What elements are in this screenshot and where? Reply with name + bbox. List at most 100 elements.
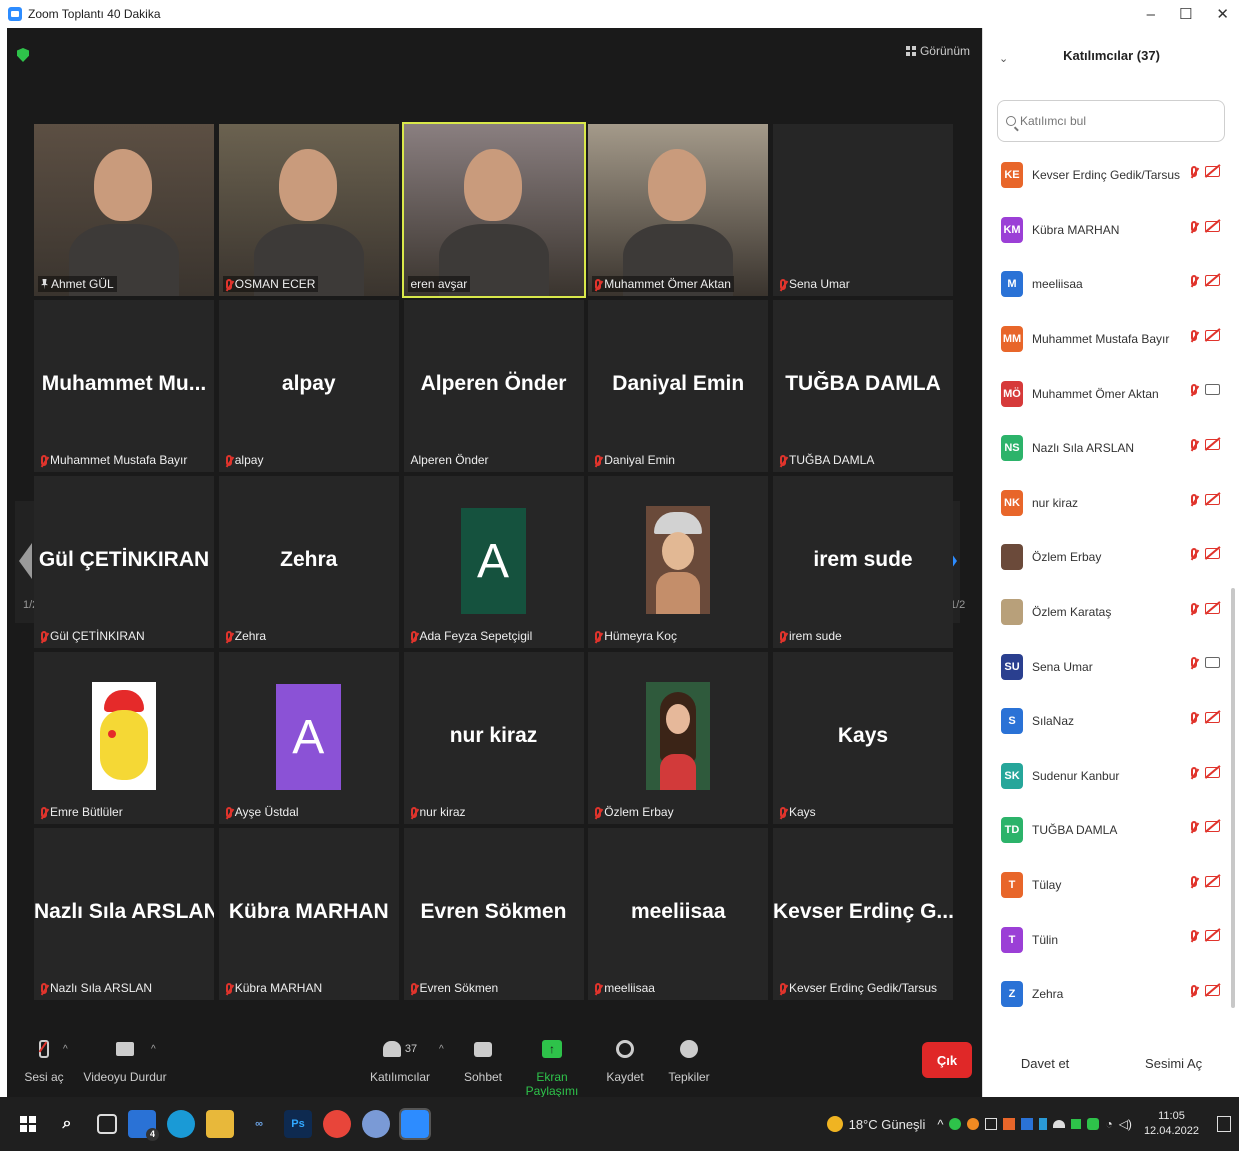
participant-row[interactable]: MÖ Muhammet Ömer Aktan [983, 366, 1239, 421]
task-view-icon[interactable] [97, 1114, 117, 1134]
minimize-button[interactable]: – [1147, 6, 1155, 23]
mic-off-icon[interactable] [1191, 602, 1197, 614]
camera-off-icon[interactable] [1205, 438, 1220, 450]
camera-off-icon[interactable] [1205, 875, 1220, 887]
clock[interactable]: 11:05 12.04.2022 [1144, 1109, 1199, 1139]
participant-tile[interactable]: A Ayşe Üstdal [218, 652, 399, 824]
camera-off-icon[interactable] [1205, 602, 1220, 614]
share-screen-button[interactable]: ↑ Ekran Paylaşımı [515, 1036, 589, 1098]
globe-app-icon[interactable] [362, 1110, 390, 1138]
mic-off-icon[interactable] [1191, 166, 1197, 177]
participant-tile[interactable]: A Ada Feyza Sepetçigil [403, 476, 584, 648]
participant-tile[interactable]: alpay alpay [218, 300, 399, 472]
camera-off-icon[interactable] [1205, 275, 1220, 287]
participant-row[interactable]: SU Sena Umar [983, 639, 1239, 694]
camera-off-icon[interactable] [1205, 984, 1220, 996]
wifi-icon[interactable]: ◔ [1105, 1117, 1112, 1131]
participant-tile[interactable]: Muhammet Mu... Muhammet Mustafa Bayır [34, 300, 214, 472]
camera-icon[interactable] [1205, 384, 1220, 396]
view-button[interactable]: Görünüm [905, 44, 970, 58]
file-explorer-icon[interactable] [206, 1110, 234, 1138]
mic-off-icon[interactable] [1191, 875, 1197, 887]
mic-off-icon[interactable] [1191, 711, 1197, 723]
chrome-icon[interactable] [323, 1110, 351, 1138]
participant-tile[interactable]: irem sude irem sude [773, 476, 953, 648]
participant-tile[interactable]: Kevser Erdinç G... Kevser Erdinç Gedik/Ta… [773, 828, 953, 1000]
speaker-icon[interactable]: ◁) [1119, 1117, 1132, 1131]
reactions-button[interactable]: Tepkiler [667, 1036, 711, 1084]
participant-tile[interactable]: Muhammet Ömer Aktan [588, 124, 769, 296]
mic-off-icon[interactable] [1191, 930, 1197, 942]
participant-tile[interactable]: Evren Sökmen Evren Sökmen [403, 828, 584, 1000]
participant-tile[interactable]: meeliisaa meeliisaa [588, 828, 769, 1000]
maximize-button[interactable]: ☐ [1179, 5, 1192, 23]
participant-tile[interactable]: Gül ÇETİNKIRAN Gül ÇETİNKIRAN [34, 476, 214, 648]
participant-row[interactable]: Z Zehra [983, 967, 1239, 1022]
leave-meeting-button[interactable]: Çık [922, 1042, 972, 1078]
camera-off-icon[interactable] [1205, 166, 1220, 177]
participant-tile[interactable]: Zehra Zehra [218, 476, 399, 648]
camera-off-icon[interactable] [1205, 220, 1220, 232]
participant-tile[interactable]: Emre Bütlüler [34, 652, 214, 824]
participant-row[interactable]: NK nur kiraz [983, 476, 1239, 531]
participant-tile[interactable]: Hümeyra Koç [588, 476, 769, 648]
notifications-icon[interactable] [1217, 1116, 1231, 1132]
participant-tile[interactable]: Kays Kays [773, 652, 953, 824]
participant-row[interactable]: MM Muhammet Mustafa Bayır [983, 312, 1239, 367]
invite-button[interactable]: Davet et [1011, 1052, 1079, 1075]
infinity-app-icon[interactable]: ∞ [245, 1110, 273, 1138]
stop-video-button[interactable]: Videoyu Durdur ^ [83, 1036, 167, 1084]
video-options-caret[interactable]: ^ [151, 1044, 156, 1055]
participant-tile[interactable]: Özlem Erbay [588, 652, 769, 824]
close-button[interactable]: ✕ [1216, 5, 1229, 23]
mic-off-icon[interactable] [1191, 766, 1197, 778]
participant-tile[interactable]: Daniyal Emin Daniyal Emin [588, 300, 769, 472]
participants-options-caret[interactable]: ^ [439, 1044, 444, 1055]
unmute-me-button[interactable]: Sesimi Aç [1135, 1052, 1212, 1075]
mic-off-icon[interactable] [1191, 438, 1197, 450]
mail-app-icon[interactable]: 4 [128, 1110, 159, 1141]
mic-off-icon[interactable] [1191, 821, 1197, 833]
participant-tile[interactable]: Kübra MARHAN Kübra MARHAN [218, 828, 399, 1000]
participant-tile[interactable]: Ahmet GÜL [34, 124, 214, 296]
camera-off-icon[interactable] [1205, 766, 1220, 778]
participant-tile[interactable]: Nazlı Sıla ARSLAN Nazlı Sıla ARSLAN [34, 828, 214, 1000]
mic-off-icon[interactable] [1191, 220, 1197, 232]
camera-off-icon[interactable] [1205, 329, 1220, 341]
mic-off-icon[interactable] [1191, 329, 1197, 341]
camera-off-icon[interactable] [1205, 711, 1220, 723]
participant-row[interactable]: T Tülay [983, 858, 1239, 913]
participant-list-scrollbar[interactable] [1231, 588, 1235, 1008]
tray-window-icon[interactable] [985, 1118, 998, 1130]
unmute-button[interactable]: Sesi aç ^ [21, 1036, 68, 1084]
participant-row[interactable]: S SılaNaz [983, 694, 1239, 749]
participant-search-input[interactable] [1020, 114, 1200, 128]
record-button[interactable]: Kaydet [603, 1036, 647, 1084]
participant-row[interactable]: NS Nazlı Sıla ARSLAN [983, 421, 1239, 476]
participant-search[interactable] [997, 100, 1225, 142]
weather-text[interactable]: 18°C Güneşli [849, 1117, 926, 1132]
participants-button[interactable]: 37 Katılımcılar ^ [367, 1036, 444, 1084]
participant-tile[interactable]: Alperen Önder Alperen Önder [403, 300, 584, 472]
participant-tile[interactable]: nur kiraz nur kiraz [403, 652, 584, 824]
camera-icon[interactable] [1205, 657, 1220, 669]
participant-row[interactable]: SK Sudenur Kanbur [983, 749, 1239, 804]
zoom-taskbar-icon[interactable] [399, 1108, 431, 1140]
mic-off-icon[interactable] [1191, 548, 1197, 560]
chevron-up-icon[interactable]: ^ [937, 1117, 943, 1132]
participant-tile[interactable]: eren avşar [401, 122, 586, 298]
camera-off-icon[interactable] [1205, 548, 1220, 560]
mic-off-icon[interactable] [1191, 984, 1197, 996]
camera-off-icon[interactable] [1205, 821, 1220, 833]
camera-off-icon[interactable] [1205, 930, 1220, 942]
mic-off-icon[interactable] [1191, 384, 1197, 396]
start-button[interactable] [14, 1110, 42, 1138]
edge-browser-icon[interactable] [167, 1110, 195, 1138]
tray-chat-icon[interactable] [1087, 1118, 1100, 1130]
camera-off-icon[interactable] [1205, 493, 1220, 505]
participant-row[interactable]: KM Kübra MARHAN [983, 203, 1239, 258]
participant-row[interactable]: KE Kevser Erdinç Gedik/Tarsus [983, 148, 1239, 203]
participant-tile[interactable]: Sena Umar [773, 124, 953, 296]
tray-orange-icon[interactable] [1003, 1118, 1016, 1130]
tray-green-icon[interactable] [1071, 1119, 1082, 1129]
